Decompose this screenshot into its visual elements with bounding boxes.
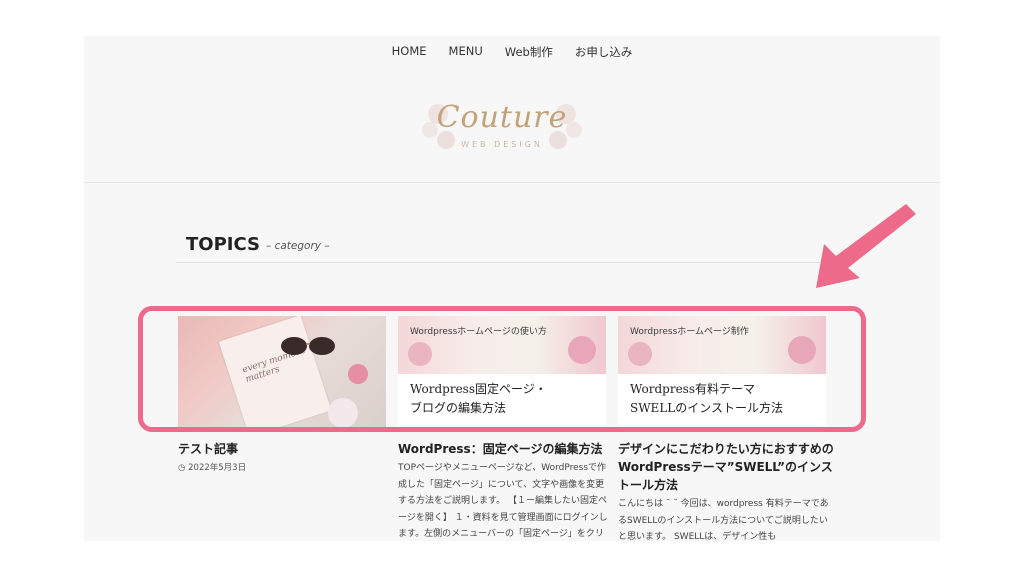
card-date-text: 2022年5月3日 [188,463,247,473]
nav-home[interactable]: HOME [392,44,427,60]
highlight-frame [138,306,866,432]
nav-menu[interactable]: MENU [449,44,483,60]
card-title-3-line-1: デザインにこだわりたい方におすすめの [618,442,834,456]
section-subtitle: – category – [266,240,330,252]
card-title-3-line-3: トール方法 [618,478,679,492]
card-excerpt-2: TOPページやメニューページなど、WordPressで作成した「固定ページ」につ… [398,463,608,539]
clock-icon: ◷ [178,463,186,473]
site-logo[interactable]: Couture WEB DESIGN [420,92,584,158]
card-title-1[interactable]: テスト記事 [178,440,238,458]
pointer-arrow-icon [816,204,916,288]
logo-script: Couture [436,100,568,135]
nav-web[interactable]: Web制作 [505,44,553,60]
header-divider [84,182,940,183]
logo-subtitle: WEB DESIGN [461,140,543,149]
section-underline [176,262,828,263]
nav-apply[interactable]: お申し込み [575,44,633,60]
card-title-3[interactable]: デザインにこだわりたい方におすすめの WordPressテーマ”SWELL”のイ… [618,440,836,494]
card-title-3-line-2: WordPressテーマ”SWELL”のインス [618,460,833,474]
card-title-2[interactable]: WordPress：固定ページの編集方法 [398,440,602,458]
card-excerpt-3: こんにちは ˘ ˘ 今回は、wordpress 有料テーマであるSWELLのイン… [618,499,829,541]
section-title: TOPICS [186,234,260,255]
main-nav: HOME MENU Web制作 お申し込み [84,44,940,60]
card-date-1: ◷ 2022年5月3日 [178,461,246,473]
